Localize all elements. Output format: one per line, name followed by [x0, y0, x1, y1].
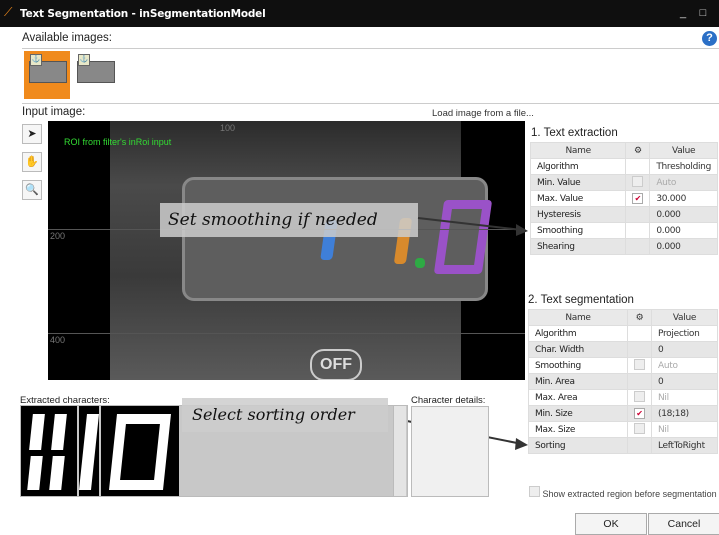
- property-name: Hysteresis: [529, 206, 627, 223]
- property-name: Algorithm: [528, 325, 628, 342]
- property-name: Shearing: [529, 238, 627, 255]
- property-value[interactable]: Projection: [651, 325, 718, 342]
- property-value[interactable]: 0: [651, 373, 718, 390]
- grid-row[interactable]: Sorting LeftToRight: [528, 437, 718, 454]
- override-checkbox[interactable]: ✔: [634, 408, 645, 419]
- character-details-label: Character details:: [411, 395, 486, 406]
- override-checkbox-cell[interactable]: [625, 174, 651, 191]
- show-region-checkbox[interactable]: [529, 486, 540, 497]
- grid-row[interactable]: Min. Value Auto: [529, 174, 718, 191]
- property-name: Algorithm: [529, 158, 627, 175]
- override-checkbox-cell[interactable]: ✔: [625, 190, 651, 207]
- extracted-char-2[interactable]: [79, 406, 99, 496]
- override-checkbox-cell: [625, 238, 651, 255]
- property-value[interactable]: LeftToRight: [651, 437, 718, 454]
- property-value[interactable]: Thresholding: [649, 158, 718, 175]
- text-segmentation-title: 2. Text segmentation: [528, 294, 634, 306]
- smoothing-arrow: [417, 217, 523, 231]
- override-checkbox[interactable]: [634, 358, 645, 370]
- smoothing-arrowhead: [516, 224, 528, 236]
- property-value[interactable]: 0: [651, 341, 718, 358]
- extracted-char-1[interactable]: [21, 406, 77, 496]
- property-name: Max. Area: [528, 389, 628, 406]
- character-details-panel: [411, 406, 489, 497]
- extracted-char-3[interactable]: [101, 406, 179, 496]
- property-name: Char. Width: [528, 341, 628, 358]
- override-checkbox[interactable]: [634, 390, 645, 402]
- text-extraction-title: 1. Text extraction: [531, 127, 618, 139]
- property-name: Sorting: [528, 437, 628, 454]
- property-name: Smoothing: [528, 357, 628, 374]
- text-segmentation-grid: Name ⚙ Value Algorithm Projection Char. Wi…: [528, 309, 718, 454]
- sorting-annotation: Select sorting order: [182, 398, 388, 432]
- property-value[interactable]: Nil: [651, 421, 718, 438]
- property-name: Smoothing: [529, 222, 627, 239]
- override-checkbox-cell: [627, 341, 652, 358]
- override-checkbox-cell: [625, 158, 651, 175]
- property-value[interactable]: 0.000: [649, 222, 718, 239]
- grid-header: Name ⚙ Value: [528, 309, 718, 326]
- override-checkbox-cell: [627, 373, 652, 390]
- override-checkbox-cell[interactable]: ✔: [627, 405, 652, 422]
- grid-row[interactable]: Max. Value ✔ 30.000: [529, 190, 718, 207]
- property-value[interactable]: Nil: [651, 389, 718, 406]
- override-checkbox-cell: [625, 206, 651, 223]
- show-region-label: Show extracted region before segmentatio…: [542, 489, 717, 499]
- property-value[interactable]: Auto: [651, 357, 718, 374]
- property-value[interactable]: 0.000: [649, 206, 718, 223]
- property-name: Max. Value: [529, 190, 627, 207]
- property-value[interactable]: 30.000: [649, 190, 718, 207]
- grid-row[interactable]: Hysteresis 0.000: [529, 206, 718, 223]
- grid-row[interactable]: Shearing 0.000: [529, 238, 718, 255]
- gear-icon[interactable]: ⚙: [625, 142, 651, 159]
- gear-icon[interactable]: ⚙: [627, 309, 652, 326]
- override-checkbox[interactable]: [632, 175, 644, 187]
- text-extraction-grid: Name ⚙ Value Algorithm Thresholding Min. V…: [529, 142, 718, 255]
- property-name: Min. Area: [528, 373, 628, 390]
- override-checkbox-cell: [627, 325, 652, 342]
- grid-row[interactable]: Max. Area Nil: [528, 389, 718, 406]
- override-checkbox[interactable]: [634, 422, 645, 434]
- property-value[interactable]: 0.000: [649, 238, 718, 255]
- extracted-scrollbar[interactable]: [393, 406, 406, 496]
- cancel-button[interactable]: Cancel: [648, 513, 719, 535]
- property-value[interactable]: Auto: [649, 174, 718, 191]
- property-name: Max. Size: [528, 421, 628, 438]
- grid-row[interactable]: Smoothing 0.000: [529, 222, 718, 239]
- grid-row[interactable]: Algorithm Thresholding: [529, 158, 718, 175]
- value-header: Value: [651, 309, 718, 326]
- override-checkbox-cell[interactable]: [627, 389, 652, 406]
- property-value[interactable]: (18;18): [651, 405, 718, 422]
- ok-button[interactable]: OK: [575, 513, 647, 535]
- override-checkbox-cell: [627, 437, 652, 454]
- property-name: Min. Size: [528, 405, 628, 422]
- name-header: Name: [528, 309, 628, 326]
- property-name: Min. Value: [529, 174, 627, 191]
- sorting-arrowhead: [515, 438, 528, 450]
- grid-row[interactable]: Min. Area 0: [528, 373, 718, 390]
- grid-row[interactable]: Smoothing Auto: [528, 357, 718, 374]
- grid-row[interactable]: Min. Size ✔ (18;18): [528, 405, 718, 422]
- grid-header: Name ⚙ Value: [529, 142, 718, 159]
- value-header: Value: [649, 142, 718, 159]
- override-checkbox-cell[interactable]: [627, 357, 652, 374]
- grid-row[interactable]: Algorithm Projection: [528, 325, 718, 342]
- override-checkbox-cell[interactable]: [627, 421, 652, 438]
- name-header: Name: [529, 142, 627, 159]
- grid-row[interactable]: Max. Size Nil: [528, 421, 718, 438]
- show-region-option[interactable]: Show extracted region before segmentatio…: [529, 486, 717, 499]
- override-checkbox-cell: [625, 222, 651, 239]
- grid-row[interactable]: Char. Width 0: [528, 341, 718, 358]
- override-checkbox[interactable]: ✔: [632, 193, 644, 204]
